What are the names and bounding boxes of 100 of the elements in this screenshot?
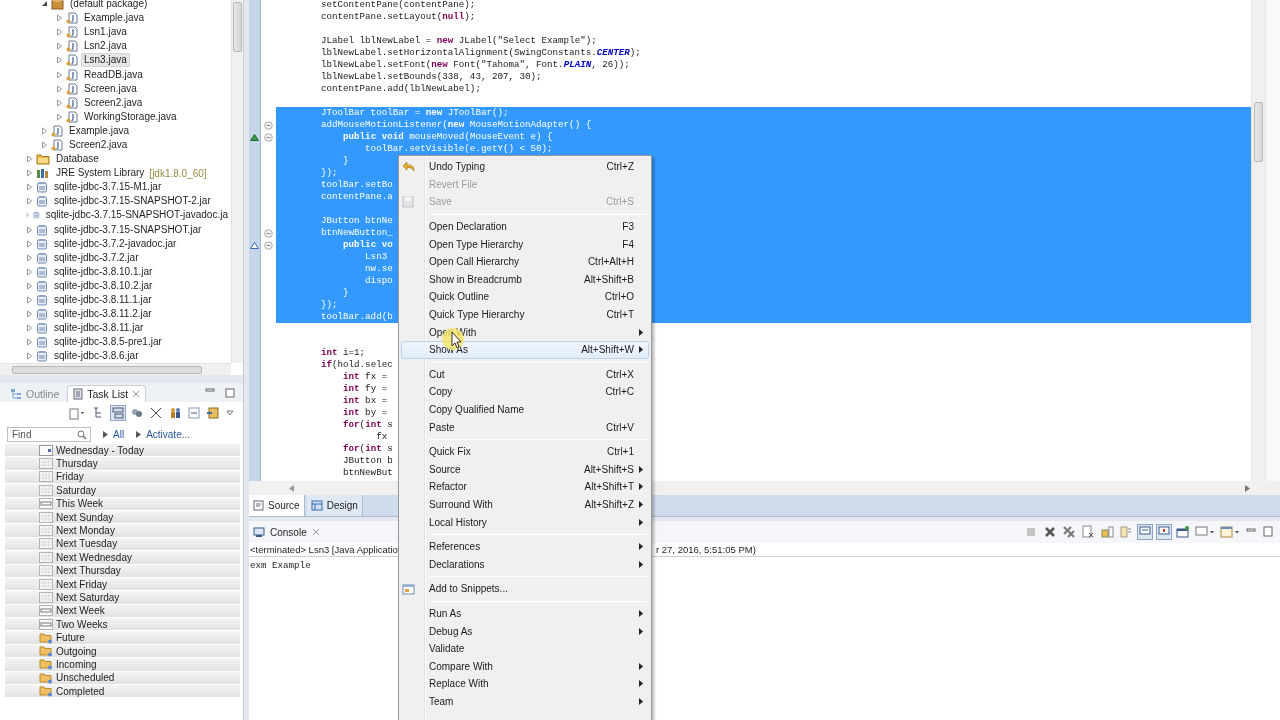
tree-item[interactable]: Lsn1.java xyxy=(81,25,130,40)
remove-all-icon[interactable] xyxy=(1062,525,1076,539)
word-wrap-icon[interactable] xyxy=(1119,525,1133,539)
menu-item[interactable]: Validate xyxy=(401,639,649,658)
horizontal-scrollbar[interactable] xyxy=(0,363,231,375)
remove-icon[interactable] xyxy=(1043,525,1057,539)
menu-item[interactable]: Cut Ctrl+X xyxy=(401,365,649,384)
tree-item[interactable]: sqlite-jdbc-3.7.15-SNAPSHOT.jar xyxy=(51,222,205,237)
view-tab[interactable]: Task List xyxy=(67,385,147,402)
tree-item[interactable]: sqlite-jdbc-3.8.10.1.jar xyxy=(51,264,156,279)
task-category-row[interactable]: Future xyxy=(5,631,240,645)
task-category-row[interactable]: Next Monday xyxy=(5,524,240,538)
stop-icon[interactable] xyxy=(1024,525,1038,539)
tree-item[interactable]: sqlite-jdbc-3.8.11.1.jar xyxy=(51,293,155,307)
tree-item[interactable]: sqlite-jdbc-3.8.6.jar xyxy=(51,349,142,363)
menu-item[interactable]: Copy Qualified Name xyxy=(401,400,649,419)
menu-item[interactable]: Replace With xyxy=(401,675,649,693)
synchronize-icon[interactable] xyxy=(206,406,220,420)
scissors-icon[interactable] xyxy=(149,406,163,420)
editor-tab[interactable]: Design xyxy=(306,495,363,516)
filter-icon[interactable] xyxy=(130,406,144,420)
tree-item[interactable]: Screen2.java xyxy=(81,95,146,110)
menu-item[interactable]: Show As Alt+Shift+W xyxy=(401,340,649,359)
menu-item[interactable]: Quick Fix Ctrl+1 xyxy=(401,442,649,461)
fold-icon[interactable] xyxy=(264,120,273,130)
menu-item[interactable]: Debug As xyxy=(401,622,649,640)
task-category-row[interactable]: Incoming xyxy=(5,658,240,672)
pin-console-icon[interactable] xyxy=(1176,525,1190,539)
vertical-scrollbar[interactable] xyxy=(231,0,243,363)
scroll-left-icon[interactable] xyxy=(289,484,294,492)
menu-item[interactable]: Quick Outline Ctrl+O xyxy=(401,288,649,306)
editor-tab[interactable]: Source xyxy=(249,495,305,516)
tree-item[interactable]: sqlite-jdbc-3.7.15-SNAPSHOT-javadoc.ja xyxy=(42,208,231,223)
maximize-icon[interactable] xyxy=(1262,525,1274,539)
menu-item[interactable]: Show in Breadcrumb Alt+Shift+B xyxy=(401,270,649,289)
scroll-lock-icon[interactable] xyxy=(1100,525,1114,539)
tree-item[interactable]: sqlite-jdbc-3.7.2.jar xyxy=(51,250,142,265)
task-category-row[interactable]: Next Saturday xyxy=(5,591,240,605)
menu-item[interactable]: Open Type Hierarchy F4 xyxy=(401,235,649,253)
filter-link[interactable]: Activate... xyxy=(146,428,191,440)
tree-item[interactable]: WorkingStorage.java xyxy=(81,109,180,124)
fold-icon[interactable] xyxy=(264,228,273,238)
menu-item[interactable]: Open Call Hierarchy Ctrl+Alt+H xyxy=(401,252,649,271)
menu-item[interactable]: Run As xyxy=(401,604,649,623)
expand-arrow-icon[interactable] xyxy=(103,430,108,438)
categorized-view-icon[interactable] xyxy=(111,406,125,420)
tree-item[interactable]: Screen.java xyxy=(81,81,140,96)
view-title[interactable]: Console xyxy=(270,526,307,538)
tree-item[interactable]: sqlite-jdbc-3.7.2-javadoc.jar xyxy=(51,236,180,251)
tree-item[interactable]: Example.java xyxy=(66,123,133,138)
close-icon[interactable] xyxy=(132,390,141,398)
menu-item[interactable]: Refactor Alt+Shift+T xyxy=(401,478,649,496)
new-console-icon[interactable] xyxy=(1220,525,1240,539)
tree-item[interactable]: Screen2.java xyxy=(66,138,131,152)
maximize-icon[interactable] xyxy=(225,388,235,398)
menu-item[interactable]: Source Alt+Shift+S xyxy=(401,460,649,479)
close-icon[interactable] xyxy=(311,528,320,536)
menu-item[interactable]: References xyxy=(401,537,649,556)
menu-item[interactable]: Local History xyxy=(401,513,649,531)
tree-item[interactable]: sqlite-jdbc-3.8.5-pre1.jar xyxy=(51,335,165,350)
tree-item[interactable]: sqlite-jdbc-3.8.10.2.jar xyxy=(51,278,156,293)
new-task-icon[interactable] xyxy=(69,406,87,420)
menu-item[interactable]: Open Declaration F3 xyxy=(401,217,649,236)
task-category-row[interactable]: Completed xyxy=(5,685,240,699)
show-error-icon[interactable] xyxy=(1157,525,1171,539)
vertical-scrollbar[interactable] xyxy=(1251,0,1265,481)
show-output-icon[interactable] xyxy=(1138,525,1152,539)
menu-item[interactable]: Declarations xyxy=(401,555,649,574)
display-console-icon[interactable] xyxy=(1195,525,1215,539)
collapse-all-icon[interactable] xyxy=(187,406,201,420)
scroll-right-icon[interactable] xyxy=(1245,484,1250,492)
tree-item[interactable]: (default package) xyxy=(67,0,151,12)
find-field[interactable]: Find xyxy=(7,426,91,442)
task-category-row[interactable]: Saturday xyxy=(5,484,240,498)
people-icon[interactable] xyxy=(168,406,182,420)
menu-item[interactable]: Paste Ctrl+V xyxy=(401,418,649,436)
fold-icon[interactable] xyxy=(264,240,273,250)
clear-console-icon[interactable] xyxy=(1081,525,1095,539)
tree-item[interactable]: sqlite-jdbc-3.8.11.jar xyxy=(51,321,147,336)
task-category-row[interactable]: Wednesday - Today xyxy=(5,444,240,458)
fold-icon[interactable] xyxy=(264,132,273,142)
filter-link[interactable]: All xyxy=(113,428,125,440)
tree-item[interactable]: sqlite-jdbc-3.8.11.2.jar xyxy=(51,307,155,322)
tree-item[interactable]: JRE System Library xyxy=(53,166,148,181)
menu-item[interactable]: Quick Type Hierarchy Ctrl+T xyxy=(401,305,649,324)
tree-item[interactable]: Example.java xyxy=(81,11,148,26)
tree-item[interactable]: ReadDB.java xyxy=(81,67,146,82)
menu-item[interactable]: Team xyxy=(401,692,649,711)
menu-item[interactable]: Compare With xyxy=(401,657,649,676)
expand-arrow-icon[interactable] xyxy=(136,430,142,438)
menu-item[interactable]: Add to Snippets... xyxy=(401,580,649,598)
menu-item[interactable]: Undo Typing Ctrl+Z xyxy=(401,158,649,176)
collapse-arrow-icon[interactable] xyxy=(41,0,48,9)
task-category-row[interactable]: Next Wednesday xyxy=(5,551,240,565)
menu-item[interactable]: Surround With Alt+Shift+Z xyxy=(401,495,649,514)
tree-item[interactable]: sqlite-jdbc-3.7.15-SNAPSHOT-2.jar xyxy=(51,194,214,209)
task-category-row[interactable]: Two Weeks xyxy=(5,618,240,632)
tree-item[interactable]: sqlite-jdbc-3.7.15-M1.jar xyxy=(51,180,165,195)
tree-item[interactable]: Database xyxy=(53,152,102,167)
tree-item[interactable]: Lsn2.java xyxy=(81,39,130,54)
